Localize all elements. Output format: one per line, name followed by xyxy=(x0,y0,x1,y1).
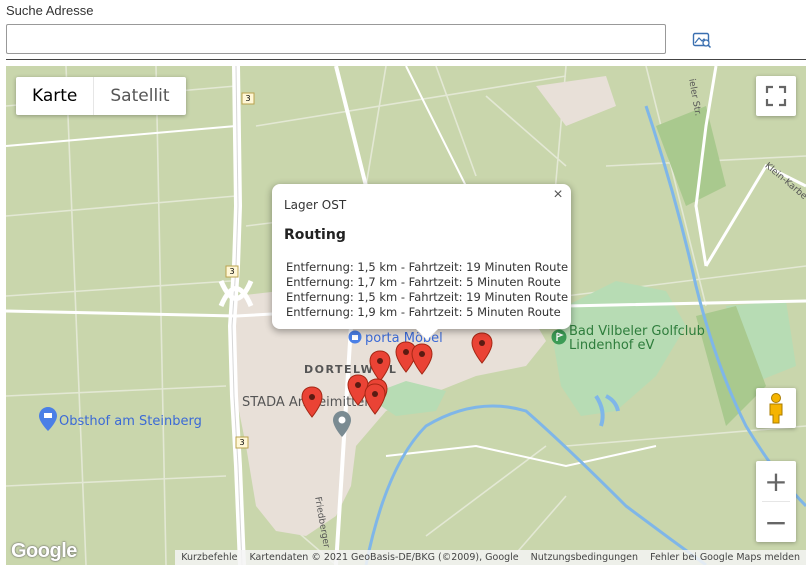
map-type-satellit-button[interactable]: Satellit xyxy=(94,77,185,115)
label-golf-club[interactable]: Bad Vilbeler Golfclub Lindenhof eV xyxy=(551,325,705,353)
address-search-input[interactable] xyxy=(6,24,666,54)
map-type-karte-button[interactable]: Karte xyxy=(16,77,95,115)
location-marker[interactable] xyxy=(411,343,433,375)
route-3-top: 3 xyxy=(245,94,250,103)
zoom-control: + − xyxy=(756,461,796,542)
zoom-out-button[interactable]: − xyxy=(756,502,796,542)
report-error-link[interactable]: Fehler bei Google Maps melden xyxy=(644,552,806,563)
search-label: Suche Adresse xyxy=(6,3,94,18)
zoom-in-button[interactable]: + xyxy=(756,461,796,501)
shopping-cart-pin-icon xyxy=(39,407,57,431)
info-heading: Routing xyxy=(284,227,346,243)
location-marker[interactable] xyxy=(471,332,493,364)
attribution-bar: Kurzbefehle Kartendaten © 2021 GeoBasis-… xyxy=(175,550,806,565)
keyboard-shortcuts-link[interactable]: Kurzbefehle xyxy=(175,552,243,563)
street-view-pegman-button[interactable] xyxy=(756,388,796,428)
routing-list: Entfernung: 1,5 km - Fahrtzeit: 19 Minut… xyxy=(286,260,568,320)
info-window: × Lager OST Routing Entfernung: 1,5 km -… xyxy=(272,184,571,340)
map-search-icon[interactable] xyxy=(692,31,712,49)
label-obsthof[interactable]: Obsthof am Steinberg xyxy=(39,407,202,431)
map-data-text: Kartendaten © 2021 GeoBasis-DE/BKG (©200… xyxy=(249,552,519,563)
place-pin-icon[interactable] xyxy=(333,411,351,437)
shopping-bag-icon xyxy=(348,330,362,344)
routing-row[interactable]: Entfernung: 1,5 km - Fahrtzeit: 19 Minut… xyxy=(286,290,568,305)
pegman-icon xyxy=(769,393,783,424)
golf-icon xyxy=(551,329,567,345)
routing-row[interactable]: Entfernung: 1,7 km - Fahrtzeit: 5 Minute… xyxy=(286,275,568,290)
terms-link[interactable]: Nutzungsbedingungen xyxy=(525,552,644,563)
location-marker[interactable] xyxy=(364,383,386,415)
routing-row[interactable]: Entfernung: 1,5 km - Fahrtzeit: 19 Minut… xyxy=(286,260,568,275)
map-type-control: Karte Satellit xyxy=(16,77,186,115)
map-canvas[interactable]: 3 3 3 porta Möbel DORTELWEIL STADA Arzne… xyxy=(6,66,806,565)
fullscreen-button[interactable] xyxy=(756,76,796,116)
route-3-mid: 3 xyxy=(229,267,234,276)
close-icon[interactable]: × xyxy=(549,186,567,204)
fullscreen-icon xyxy=(765,85,787,107)
route-3-low: 3 xyxy=(239,438,244,447)
google-logo[interactable]: Google xyxy=(11,540,77,563)
routing-row[interactable]: Entfernung: 1,9 km - Fahrtzeit: 5 Minute… xyxy=(286,305,568,320)
location-marker[interactable] xyxy=(301,386,323,418)
divider xyxy=(6,59,806,60)
info-title: Lager OST xyxy=(284,198,347,212)
